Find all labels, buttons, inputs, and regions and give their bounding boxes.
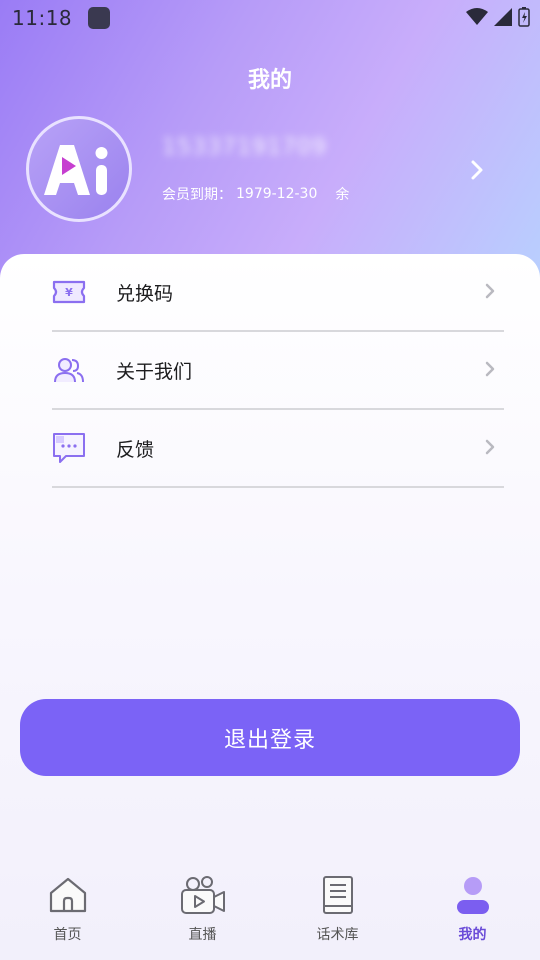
chevron-right-icon [485, 439, 495, 455]
menu-item-label: 反馈 [116, 438, 155, 461]
tab-label: 首页 [53, 927, 82, 943]
menu-item-feedback[interactable]: 反馈 [52, 410, 504, 488]
home-icon [45, 872, 91, 918]
tab-label: 我的 [458, 927, 487, 943]
menu-item-label: 兑换码 [116, 282, 174, 305]
profile-icon [450, 872, 496, 918]
menu-item-about-us[interactable]: 关于我们 [52, 332, 504, 410]
book-icon [315, 872, 361, 918]
signal-icon [494, 8, 512, 26]
chevron-right-icon [485, 361, 495, 377]
logout-button[interactable]: 退出登录 [20, 699, 520, 776]
menu-card: ¥ 兑换码 关于我们 反馈 [0, 254, 540, 960]
video-camera-icon [180, 872, 226, 918]
avatar[interactable] [26, 116, 132, 222]
feedback-icon [52, 431, 86, 465]
ai-logo-icon [44, 145, 108, 195]
battery-icon [518, 7, 530, 27]
tab-mine[interactable]: 我的 [405, 862, 540, 960]
member-expiry-date: 1979-12-30 [236, 186, 318, 202]
tab-live[interactable]: 直播 [135, 862, 270, 960]
tab-label: 直播 [188, 927, 217, 943]
app-notification-icon [88, 7, 111, 29]
tab-script-library[interactable]: 话术库 [270, 862, 405, 960]
menu-item-label: 关于我们 [116, 360, 193, 383]
member-expiry-label: 会员到期： [162, 187, 232, 203]
voucher-icon: ¥ [52, 275, 86, 309]
phone-number: 15337191709 [162, 135, 327, 160]
tab-home[interactable]: 首页 [0, 862, 135, 960]
chevron-right-icon [485, 283, 495, 299]
page-title: 我的 [247, 68, 292, 93]
menu-item-redeem-code[interactable]: ¥ 兑换码 [52, 254, 504, 332]
chevron-right-icon[interactable] [470, 159, 484, 181]
wifi-icon [466, 8, 488, 25]
status-icons [466, 7, 530, 27]
status-time: 11:18 [12, 6, 73, 30]
status-bar: 11:18 [0, 0, 540, 36]
remaining-label: 余 [335, 187, 350, 203]
tab-label: 话术库 [316, 927, 359, 943]
membership-info: 会员到期： 1979-12-30 余 [162, 184, 349, 204]
users-icon [52, 353, 86, 387]
svg-text:¥: ¥ [65, 286, 73, 299]
bottom-tab-bar: 首页 直播 话术库 我的 [0, 862, 540, 960]
